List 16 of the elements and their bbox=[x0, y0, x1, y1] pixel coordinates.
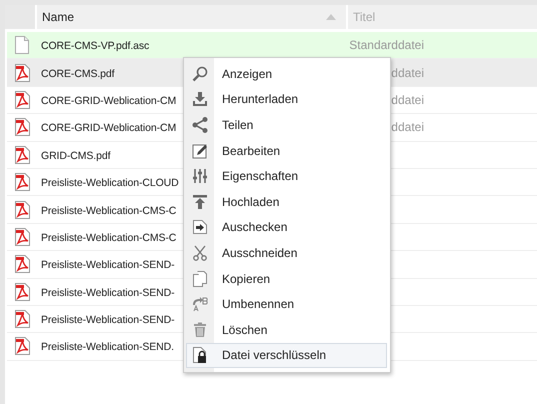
file-name: Preisliste-Weblication-SEND. bbox=[41, 341, 174, 354]
file-name: Preisliste-Weblication-SEND- bbox=[41, 259, 175, 272]
file-name: CORE-GRID-Weblication-CM bbox=[41, 94, 176, 107]
file-name: Preisliste-Weblication-CMS-C bbox=[41, 204, 176, 217]
file-name: CORE-GRID-Weblication-CM bbox=[41, 122, 176, 134]
file-name: Preisliste-Weblication-SEND- bbox=[41, 286, 175, 299]
file-title: ddatei bbox=[390, 120, 424, 134]
file-name: CORE-CMS.pdf bbox=[41, 68, 114, 80]
file-name: GRID-CMS.pdf bbox=[41, 150, 110, 162]
file-name: Preisliste-Weblication-CMS-C bbox=[41, 232, 176, 244]
file-name: Preisliste-Weblication-SEND- bbox=[41, 314, 175, 326]
file-name: Preisliste-Weblication-CLOUD bbox=[41, 177, 179, 190]
file-title: ddatei bbox=[390, 92, 424, 107]
file-title: ddatei bbox=[390, 66, 424, 80]
file-name: CORE-CMS-VP.pdf.asc bbox=[41, 40, 150, 52]
file-title: Standarddatei bbox=[348, 38, 424, 52]
